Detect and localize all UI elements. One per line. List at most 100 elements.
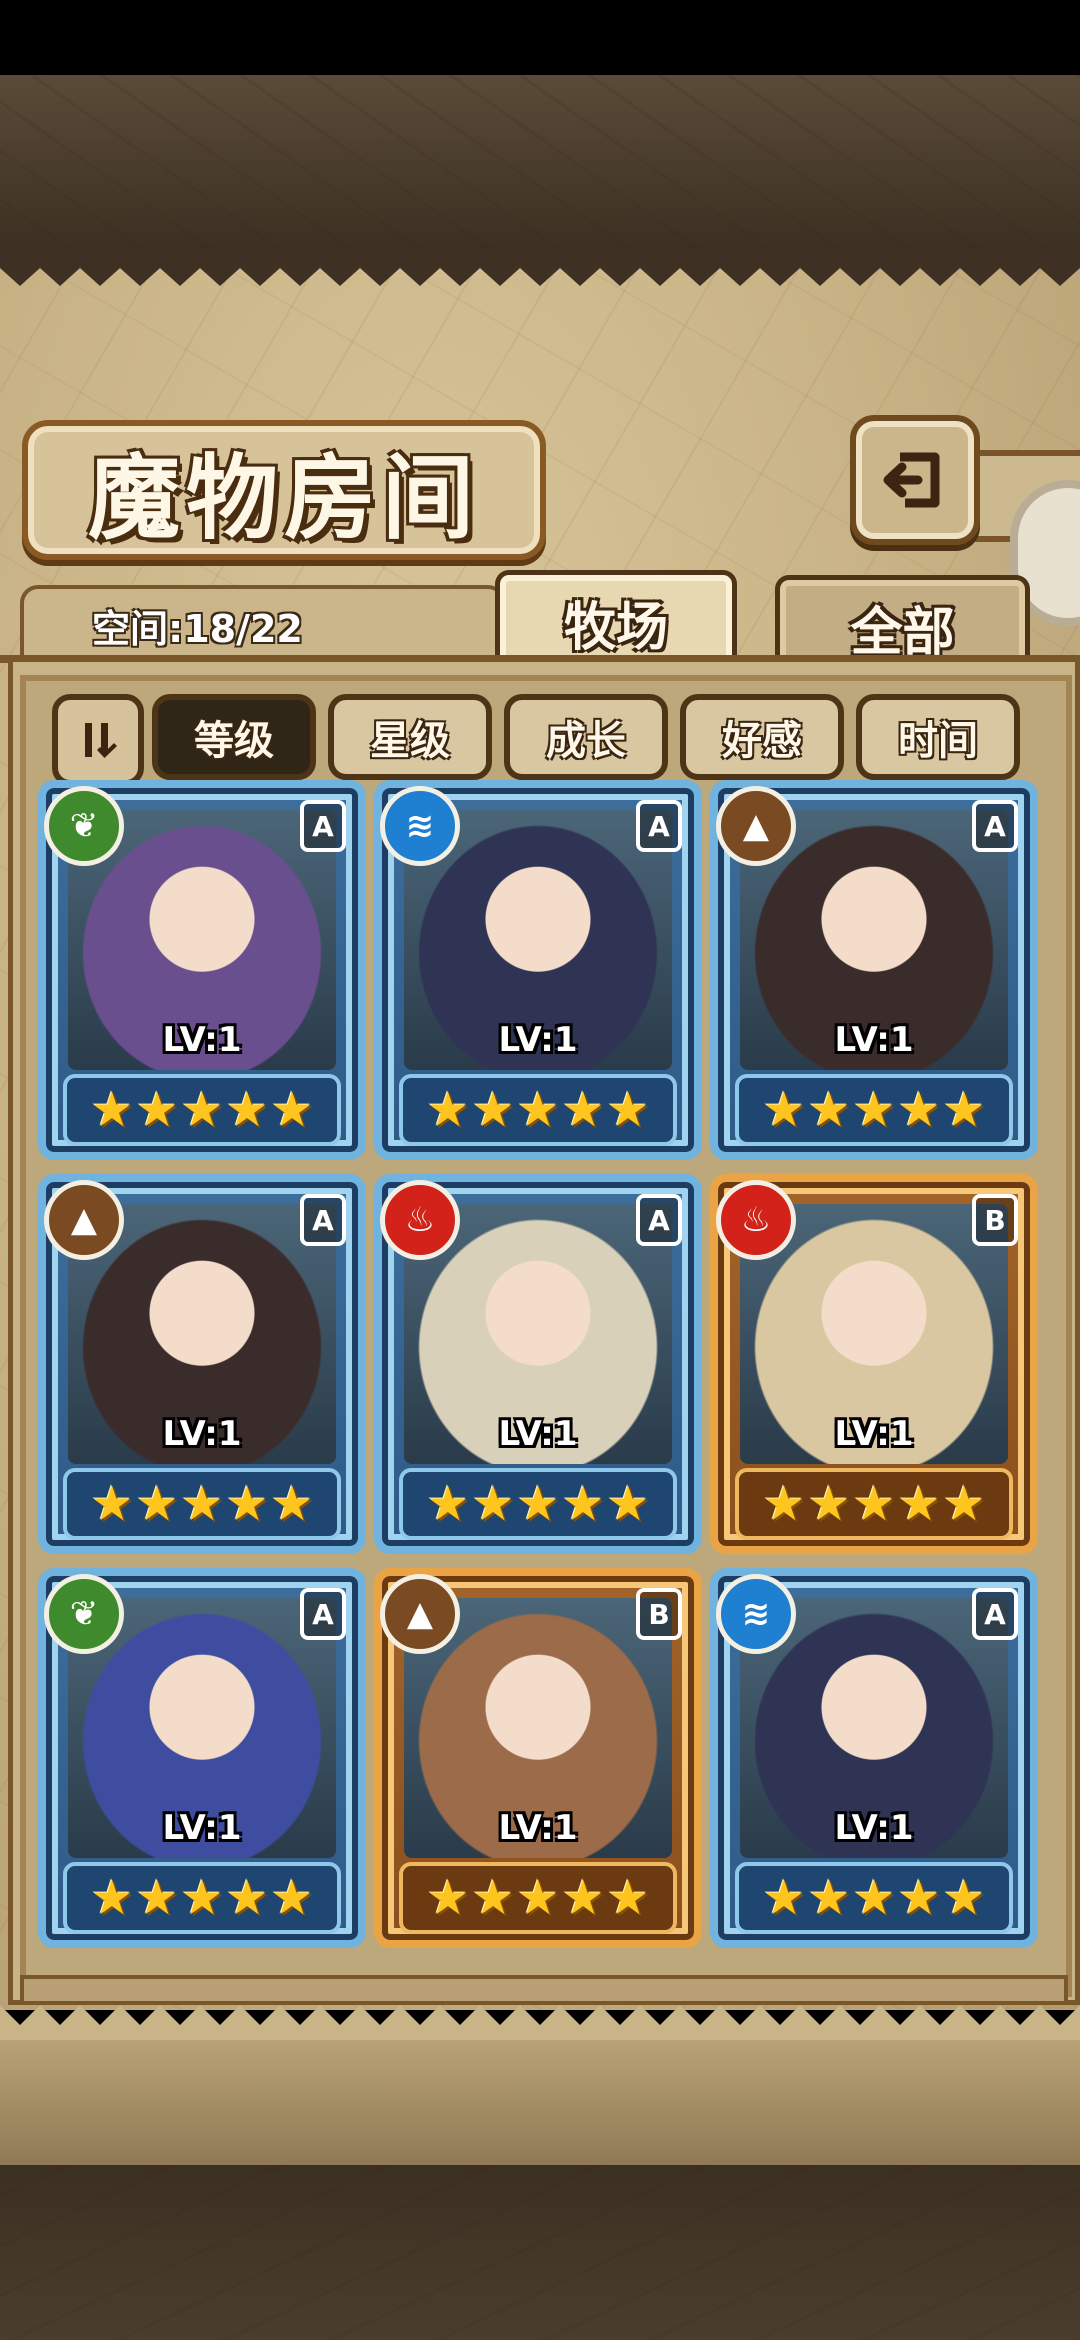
star-icon: ★ bbox=[471, 1082, 515, 1138]
level-label: LV:1 bbox=[162, 1808, 242, 1848]
star-icon: ★ bbox=[606, 1870, 650, 1926]
star-icon: ★ bbox=[90, 1476, 134, 1532]
star-icon: ★ bbox=[426, 1870, 470, 1926]
monster-card[interactable]: ≋ A LV:1 ★ ★ ★ ★ ★ bbox=[710, 1568, 1038, 1948]
star-icon: ★ bbox=[180, 1870, 224, 1926]
star-icon: ★ bbox=[606, 1082, 650, 1138]
leaf-icon: ❦ bbox=[44, 786, 124, 866]
map-background-top bbox=[0, 75, 1080, 250]
star-icon: ★ bbox=[852, 1476, 896, 1532]
monster-card[interactable]: ♨ B LV:1 ★ ★ ★ ★ ★ bbox=[710, 1174, 1038, 1554]
zigzag-top-edge bbox=[0, 248, 1080, 286]
star-icon: ★ bbox=[561, 1476, 605, 1532]
rank-badge: A bbox=[972, 1588, 1018, 1640]
sort-chip-level[interactable]: 等级 bbox=[152, 694, 316, 780]
star-icon: ★ bbox=[225, 1476, 269, 1532]
rank-badge: A bbox=[300, 1194, 346, 1246]
star-icon: ★ bbox=[516, 1082, 560, 1138]
star-icon: ★ bbox=[516, 1476, 560, 1532]
star-icon: ★ bbox=[270, 1870, 314, 1926]
level-label: LV:1 bbox=[834, 1020, 914, 1060]
flame-icon: ♨ bbox=[716, 1180, 796, 1260]
sort-order-icon bbox=[85, 723, 117, 758]
star-rating: ★ ★ ★ ★ ★ bbox=[63, 1862, 341, 1934]
level-label: LV:1 bbox=[498, 1414, 578, 1454]
star-icon: ★ bbox=[135, 1476, 179, 1532]
star-icon: ★ bbox=[270, 1082, 314, 1138]
star-icon: ★ bbox=[807, 1082, 851, 1138]
title-plate: 魔物房间 bbox=[22, 420, 546, 560]
star-icon: ★ bbox=[561, 1082, 605, 1138]
star-rating: ★ ★ ★ ★ ★ bbox=[735, 1074, 1013, 1146]
sort-chip-time[interactable]: 时间 bbox=[856, 694, 1020, 780]
rank-badge: A bbox=[300, 1588, 346, 1640]
return-arrow-icon bbox=[883, 452, 940, 508]
bottom-rail bbox=[20, 1975, 1068, 2005]
star-icon: ★ bbox=[807, 1870, 851, 1926]
monster-card[interactable]: ❦ A LV:1 ★ ★ ★ ★ ★ bbox=[38, 780, 366, 1160]
star-rating: ★ ★ ★ ★ ★ bbox=[399, 1468, 677, 1540]
level-label: LV:1 bbox=[834, 1414, 914, 1454]
monster-card[interactable]: ▲ B LV:1 ★ ★ ★ ★ ★ bbox=[374, 1568, 702, 1948]
star-icon: ★ bbox=[270, 1476, 314, 1532]
star-icon: ★ bbox=[426, 1082, 470, 1138]
star-rating: ★ ★ ★ ★ ★ bbox=[63, 1074, 341, 1146]
star-icon: ★ bbox=[561, 1870, 605, 1926]
star-icon: ★ bbox=[135, 1870, 179, 1926]
star-icon: ★ bbox=[897, 1082, 941, 1138]
rank-badge: A bbox=[636, 1194, 682, 1246]
level-label: LV:1 bbox=[498, 1020, 578, 1060]
monster-card[interactable]: ▲ A LV:1 ★ ★ ★ ★ ★ bbox=[710, 780, 1038, 1160]
star-icon: ★ bbox=[225, 1870, 269, 1926]
mountain-icon: ▲ bbox=[380, 1574, 460, 1654]
space-counter: 空间:18/22 bbox=[92, 607, 303, 651]
zigzag-bottom-edge bbox=[0, 2005, 1080, 2045]
monster-card[interactable]: ▲ A LV:1 ★ ★ ★ ★ ★ bbox=[38, 1174, 366, 1554]
star-icon: ★ bbox=[942, 1476, 986, 1532]
mountain-icon: ▲ bbox=[44, 1180, 124, 1260]
rank-badge: A bbox=[300, 800, 346, 852]
rank-badge: A bbox=[972, 800, 1018, 852]
star-icon: ★ bbox=[180, 1082, 224, 1138]
star-rating: ★ ★ ★ ★ ★ bbox=[63, 1468, 341, 1540]
star-icon: ★ bbox=[135, 1082, 179, 1138]
mountain-icon: ▲ bbox=[716, 786, 796, 866]
leaf-icon: ❦ bbox=[44, 1574, 124, 1654]
monster-card[interactable]: ≋ A LV:1 ★ ★ ★ ★ ★ bbox=[374, 780, 702, 1160]
wave-icon: ≋ bbox=[716, 1574, 796, 1654]
star-icon: ★ bbox=[516, 1870, 560, 1926]
star-icon: ★ bbox=[807, 1476, 851, 1532]
star-icon: ★ bbox=[426, 1476, 470, 1532]
back-button[interactable] bbox=[850, 415, 980, 545]
rank-badge: A bbox=[636, 800, 682, 852]
rank-badge: B bbox=[972, 1194, 1018, 1246]
rank-badge: B bbox=[636, 1588, 682, 1640]
star-icon: ★ bbox=[762, 1082, 806, 1138]
wave-icon: ≋ bbox=[380, 786, 460, 866]
sort-order-toggle[interactable] bbox=[52, 694, 144, 786]
star-icon: ★ bbox=[180, 1476, 224, 1532]
star-rating: ★ ★ ★ ★ ★ bbox=[735, 1468, 1013, 1540]
sort-chip-growth[interactable]: 成长 bbox=[504, 694, 668, 780]
star-rating: ★ ★ ★ ★ ★ bbox=[399, 1862, 677, 1934]
monster-card[interactable]: ❦ A LV:1 ★ ★ ★ ★ ★ bbox=[38, 1568, 366, 1948]
page-title: 魔物房间 bbox=[87, 444, 480, 552]
star-icon: ★ bbox=[942, 1082, 986, 1138]
level-label: LV:1 bbox=[834, 1808, 914, 1848]
sort-chip-affection[interactable]: 好感 bbox=[680, 694, 844, 780]
level-label: LV:1 bbox=[162, 1414, 242, 1454]
monster-card-grid: ❦ A LV:1 ★ ★ ★ ★ ★ ≋ A LV:1 ★ ★ ★ ★ ★ ▲ A LV:1 ★ ★ ★ ★ ★ ▲ A LV:1 ★… bbox=[38, 780, 1042, 1950]
level-label: LV:1 bbox=[162, 1020, 242, 1060]
star-icon: ★ bbox=[90, 1082, 134, 1138]
star-icon: ★ bbox=[852, 1082, 896, 1138]
star-icon: ★ bbox=[606, 1476, 650, 1532]
star-icon: ★ bbox=[225, 1082, 269, 1138]
star-icon: ★ bbox=[471, 1870, 515, 1926]
level-label: LV:1 bbox=[498, 1808, 578, 1848]
star-icon: ★ bbox=[897, 1476, 941, 1532]
status-bar bbox=[0, 0, 1080, 75]
star-icon: ★ bbox=[90, 1870, 134, 1926]
monster-card[interactable]: ♨ A LV:1 ★ ★ ★ ★ ★ bbox=[374, 1174, 702, 1554]
star-icon: ★ bbox=[762, 1476, 806, 1532]
sort-chip-stars[interactable]: 星级 bbox=[328, 694, 492, 780]
